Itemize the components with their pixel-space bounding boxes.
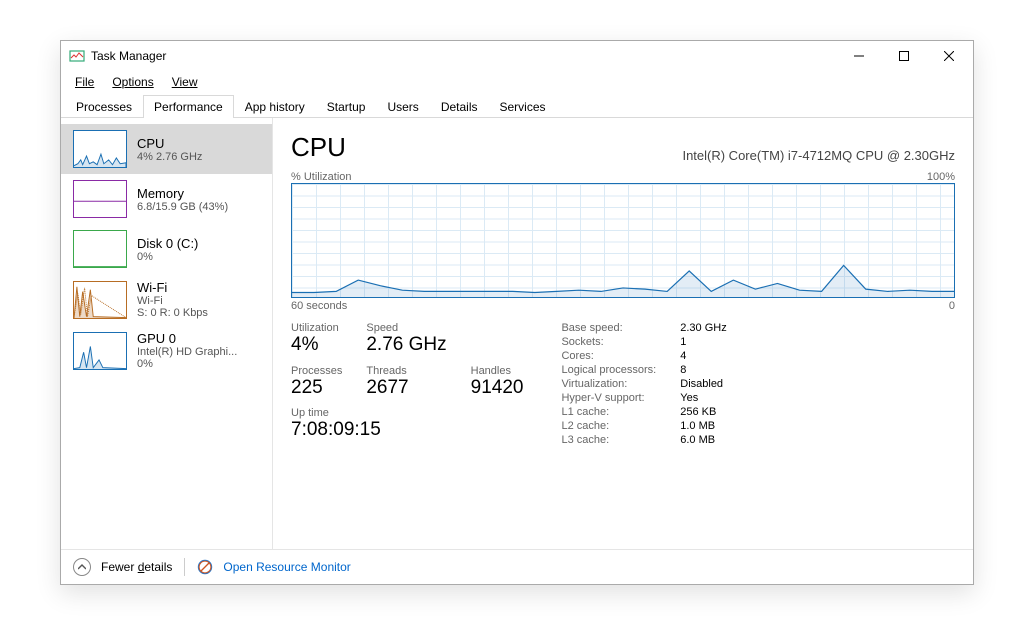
sidebar-item-disk[interactable]: Disk 0 (C:) 0% <box>61 224 272 274</box>
lab-speed: Speed <box>366 322 446 334</box>
val-processes: 225 <box>291 377 342 399</box>
v-base-speed: 2.30 GHz <box>680 322 726 334</box>
tab-app-history[interactable]: App history <box>234 95 316 118</box>
sidebar-gpu-sub2: 0% <box>137 358 237 370</box>
lab-processes: Processes <box>291 365 342 377</box>
v-hyperv: Yes <box>680 392 726 404</box>
sidebar-item-memory[interactable]: Memory 6.8/15.9 GB (43%) <box>61 174 272 224</box>
val-speed: 2.76 GHz <box>366 334 446 356</box>
sidebar-item-gpu[interactable]: GPU 0 Intel(R) HD Graphi... 0% <box>61 325 272 376</box>
maximize-button[interactable] <box>881 41 926 71</box>
tab-processes[interactable]: Processes <box>65 95 143 118</box>
chart-xmin: 0 <box>949 300 955 312</box>
v-l3: 6.0 MB <box>680 434 726 446</box>
sidebar-disk-name: Disk 0 (C:) <box>137 236 198 251</box>
k-l3: L3 cache: <box>561 434 656 446</box>
taskmgr-icon <box>69 48 85 64</box>
k-sockets: Sockets: <box>561 336 656 348</box>
val-threads: 2677 <box>366 377 446 399</box>
cpu-thumbnail-icon <box>73 130 127 168</box>
val-uptime: 7:08:09:15 <box>291 419 523 441</box>
tabstrip: Processes Performance App history Startu… <box>61 95 973 118</box>
disk-thumbnail-icon <box>73 230 127 268</box>
cpu-chart <box>291 183 955 298</box>
v-sockets: 1 <box>680 336 726 348</box>
tab-details[interactable]: Details <box>430 95 489 118</box>
sidebar-disk-sub: 0% <box>137 251 198 263</box>
window-title: Task Manager <box>91 49 166 63</box>
memory-thumbnail-icon <box>73 180 127 218</box>
v-virt: Disabled <box>680 378 726 390</box>
sidebar-item-wifi[interactable]: Wi-Fi Wi-Fi S: 0 R: 0 Kbps <box>61 274 272 325</box>
v-cores: 4 <box>680 350 726 362</box>
lab-uptime: Up time <box>291 407 523 419</box>
tab-users[interactable]: Users <box>376 95 429 118</box>
footer-divider <box>184 558 185 576</box>
menu-view[interactable]: View <box>164 73 206 91</box>
chart-xmax: 60 seconds <box>291 300 347 312</box>
k-l2: L2 cache: <box>561 420 656 432</box>
k-l1: L1 cache: <box>561 406 656 418</box>
lab-handles: Handles <box>471 365 524 377</box>
k-logical: Logical processors: <box>561 364 656 376</box>
val-utilization: 4% <box>291 334 342 356</box>
k-base-speed: Base speed: <box>561 322 656 334</box>
sidebar-gpu-name: GPU 0 <box>137 331 237 346</box>
cpu-model: Intel(R) Core(TM) i7-4712MQ CPU @ 2.30GH… <box>682 148 955 163</box>
menu-options[interactable]: Options <box>104 73 161 91</box>
footer: Fewer details Open Resource Monitor <box>61 549 973 584</box>
chart-ymax: 100% <box>927 171 955 183</box>
sidebar-cpu-sub: 4% 2.76 GHz <box>137 151 202 163</box>
v-logical: 8 <box>680 364 726 376</box>
close-button[interactable] <box>926 41 971 71</box>
open-resource-monitor-link[interactable]: Open Resource Monitor <box>223 560 350 574</box>
sidebar-wifi-sub2: S: 0 R: 0 Kbps <box>137 307 208 319</box>
menu-file[interactable]: File <box>67 73 102 91</box>
sidebar-wifi-sub1: Wi-Fi <box>137 295 208 307</box>
lab-utilization: Utilization <box>291 322 342 334</box>
page-title: CPU <box>291 132 346 163</box>
chevron-up-icon[interactable] <box>73 558 91 576</box>
chart-ylabel: % Utilization <box>291 171 352 183</box>
sidebar-wifi-name: Wi-Fi <box>137 280 208 295</box>
k-hyperv: Hyper-V support: <box>561 392 656 404</box>
titlebar: Task Manager <box>61 41 973 71</box>
fewer-details-link[interactable]: Fewer details <box>101 560 172 574</box>
sidebar-item-cpu[interactable]: CPU 4% 2.76 GHz <box>61 124 272 174</box>
perf-main: CPU Intel(R) Core(TM) i7-4712MQ CPU @ 2.… <box>273 118 973 549</box>
tab-services[interactable]: Services <box>489 95 557 118</box>
tab-startup[interactable]: Startup <box>316 95 377 118</box>
menubar: File Options View <box>61 71 973 95</box>
v-l1: 256 KB <box>680 406 726 418</box>
val-handles: 91420 <box>471 377 524 399</box>
wifi-thumbnail-icon <box>73 281 127 319</box>
minimize-button[interactable] <box>836 41 881 71</box>
sidebar-cpu-name: CPU <box>137 136 202 151</box>
k-virt: Virtualization: <box>561 378 656 390</box>
sidebar-gpu-sub1: Intel(R) HD Graphi... <box>137 346 237 358</box>
tab-performance[interactable]: Performance <box>143 95 234 118</box>
v-l2: 1.0 MB <box>680 420 726 432</box>
perf-sidebar: CPU 4% 2.76 GHz Memory 6.8/15.9 GB (43%) <box>61 118 273 549</box>
resource-monitor-icon <box>197 559 213 575</box>
sidebar-memory-name: Memory <box>137 186 228 201</box>
gpu-thumbnail-icon <box>73 332 127 370</box>
sidebar-memory-sub: 6.8/15.9 GB (43%) <box>137 201 228 213</box>
k-cores: Cores: <box>561 350 656 362</box>
lab-threads: Threads <box>366 365 446 377</box>
